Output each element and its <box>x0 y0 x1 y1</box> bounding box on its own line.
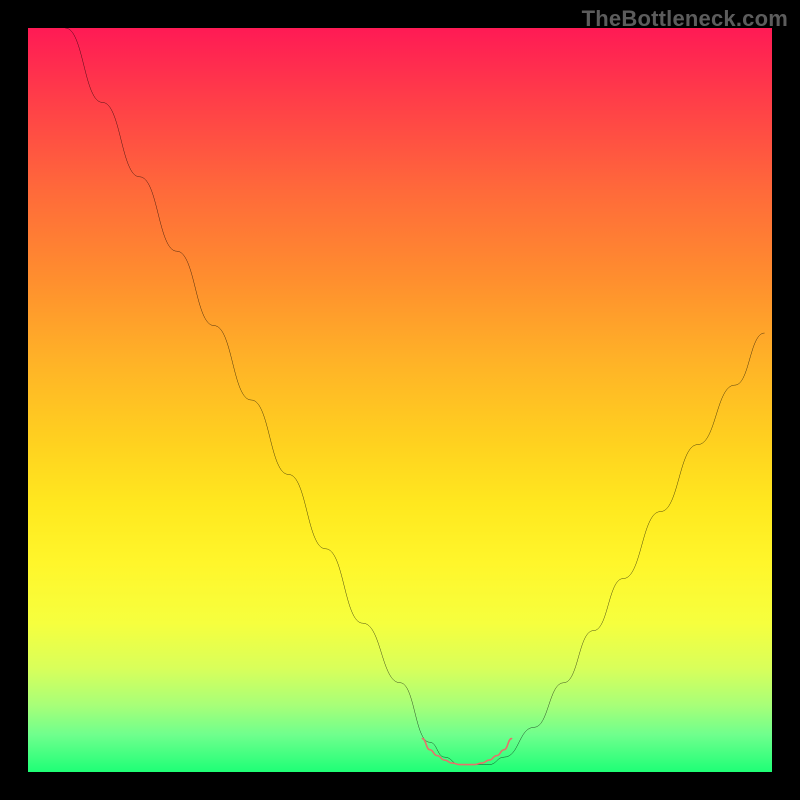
chart-svg <box>28 28 772 772</box>
chart-frame: TheBottleneck.com <box>0 0 800 800</box>
bottleneck-curve <box>65 28 764 765</box>
trough-highlight <box>422 739 511 765</box>
chart-plot-area <box>28 28 772 772</box>
